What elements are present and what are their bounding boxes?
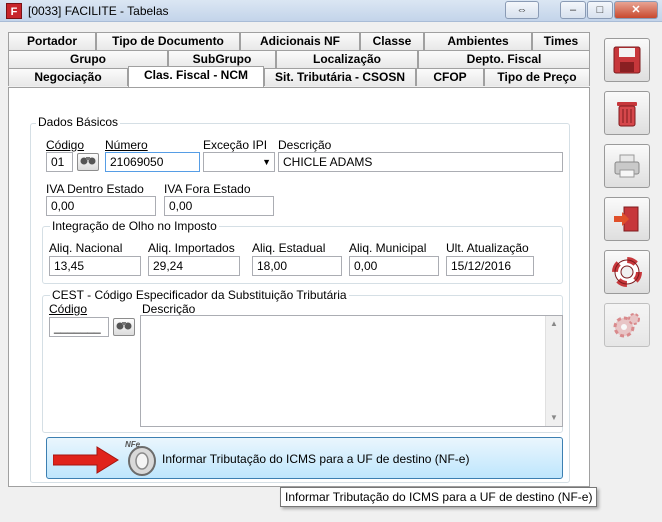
tooltip: Informar Tributação do ICMS para a UF de…	[280, 487, 598, 507]
tab-adicionais-nf[interactable]: Adicionais NF	[240, 32, 360, 50]
memo-scrollbar[interactable]: ▲ ▼	[545, 316, 562, 426]
tab-ambientes[interactable]: Ambientes	[424, 32, 532, 50]
aliq-importados-input[interactable]: 29,24	[148, 256, 240, 276]
aliq-importados-label: Aliq. Importados	[148, 241, 235, 255]
binoculars-lookup-button[interactable]	[77, 153, 99, 171]
tab-tipo-preco[interactable]: Tipo de Preço	[484, 68, 590, 86]
settings-button[interactable]	[604, 303, 650, 347]
minimize-button[interactable]: –	[560, 1, 586, 19]
informar-tributacao-icms-button[interactable]: NFe Informar Tributação do ICMS para a U…	[46, 437, 563, 479]
iva-fora-input[interactable]: 0,00	[164, 196, 274, 216]
tab-times[interactable]: Times	[532, 32, 590, 50]
dados-basicos-title: Dados Básicos	[36, 115, 121, 129]
window-title: [0033] FACILITE - Tabelas	[28, 4, 169, 18]
codigo-label: Código	[46, 138, 85, 152]
cest-codigo-input[interactable]: _______	[49, 317, 109, 337]
tab-cfop[interactable]: CFOP	[416, 68, 484, 86]
numero-input[interactable]: 21069050	[105, 152, 200, 172]
exit-button[interactable]	[604, 197, 650, 241]
tab-depto-fiscal[interactable]: Depto. Fiscal	[418, 50, 590, 68]
iva-dentro-label: IVA Dentro Estado	[46, 182, 144, 196]
tab-negociacao[interactable]: Negociação	[8, 68, 128, 86]
tab-tipo-documento[interactable]: Tipo de Documento	[96, 32, 240, 50]
chevron-down-icon: ▼	[262, 157, 271, 167]
aliq-municipal-label: Aliq. Municipal	[349, 241, 427, 255]
trash-icon	[617, 102, 637, 127]
cest-lookup-button[interactable]	[113, 318, 135, 336]
help-button[interactable]	[604, 250, 650, 294]
scroll-up-icon[interactable]: ▲	[546, 316, 562, 332]
title-bar: F [0033] FACILITE - Tabelas ⇔ – □ ✕	[0, 0, 662, 22]
excecao-ipi-select[interactable]: ▼	[203, 152, 275, 172]
printer-icon	[614, 154, 640, 178]
save-icon	[613, 46, 641, 74]
red-arrow-icon	[53, 446, 119, 474]
tab-classe[interactable]: Classe	[360, 32, 424, 50]
print-button[interactable]	[604, 144, 650, 188]
restore-size-button[interactable]: ⇔	[505, 1, 539, 19]
ult-atualizacao-label: Ult. Atualização	[446, 241, 529, 255]
integracao-title: Integração de Olho no Imposto	[50, 219, 219, 233]
iva-dentro-input[interactable]: 0,00	[46, 196, 156, 216]
close-button[interactable]: ✕	[614, 1, 658, 19]
app-icon: F	[6, 3, 22, 19]
binoculars-icon	[116, 322, 132, 330]
gear-icon	[613, 313, 640, 338]
exit-door-icon	[614, 206, 639, 232]
descricao-input[interactable]: CHICLE ADAMS	[278, 152, 563, 172]
tab-localizacao[interactable]: Localização	[276, 50, 418, 68]
binoculars-icon	[80, 157, 96, 165]
cest-descricao-memo[interactable]: ▲ ▼	[140, 315, 563, 427]
save-button[interactable]	[604, 38, 650, 82]
nfe-icon-label: NFe	[125, 440, 141, 449]
descricao-label: Descrição	[278, 138, 332, 152]
aliq-municipal-input[interactable]: 0,00	[349, 256, 439, 276]
aliq-nacional-label: Aliq. Nacional	[49, 241, 123, 255]
ult-atualizacao-input[interactable]: 15/12/2016	[446, 256, 534, 276]
cest-descricao-label: Descrição	[142, 302, 196, 316]
scroll-down-icon[interactable]: ▼	[546, 410, 562, 426]
action-sidebar	[594, 30, 662, 490]
cest-title: CEST - Código Especificador da Substitui…	[50, 288, 349, 302]
tab-portador[interactable]: Portador	[8, 32, 96, 50]
excecao-ipi-label: Exceção IPI	[203, 138, 268, 152]
maximize-button[interactable]: □	[587, 1, 613, 19]
aliq-nacional-input[interactable]: 13,45	[49, 256, 141, 276]
lifebuoy-icon	[612, 257, 642, 287]
iva-fora-label: IVA Fora Estado	[164, 182, 251, 196]
delete-button[interactable]	[604, 91, 650, 135]
numero-label: Número	[105, 138, 148, 152]
informar-tributacao-label: Informar Tributação do ICMS para a UF de…	[162, 452, 470, 466]
tab-clas-fiscal-ncm[interactable]: Clas. Fiscal - NCM	[128, 66, 264, 87]
aliq-estadual-label: Aliq. Estadual	[252, 241, 326, 255]
tab-sit-tributaria-csosn[interactable]: Sit. Tributária - CSOSN	[264, 68, 416, 86]
tab-strip: Portador Tipo de Documento Adicionais NF…	[8, 30, 590, 88]
aliq-estadual-input[interactable]: 18,00	[252, 256, 342, 276]
cest-codigo-label: Código	[49, 302, 88, 316]
codigo-input[interactable]: 01	[46, 152, 73, 172]
